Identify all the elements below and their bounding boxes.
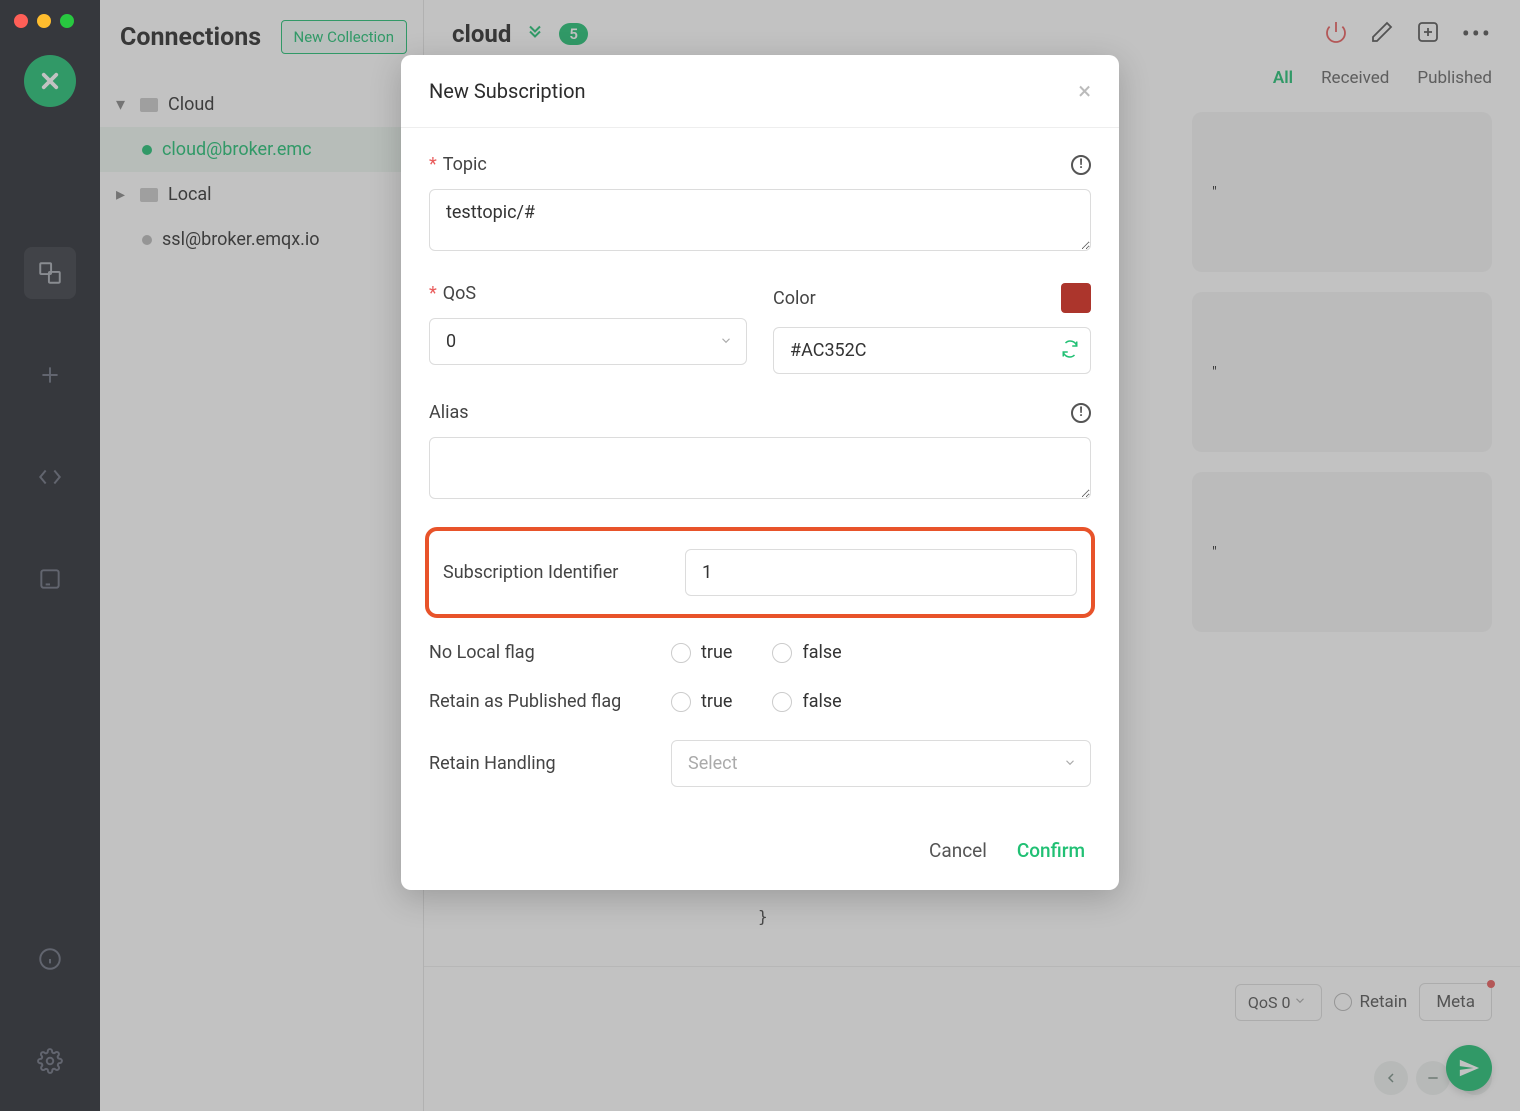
qos-select[interactable]: 0 (429, 318, 747, 365)
cancel-button[interactable]: Cancel (929, 839, 987, 862)
chevron-down-icon (1063, 754, 1077, 773)
confirm-button[interactable]: Confirm (1017, 839, 1085, 862)
close-window-button[interactable] (14, 14, 28, 28)
sub-id-input[interactable] (685, 549, 1077, 596)
refresh-color-button[interactable] (1061, 340, 1079, 362)
no-local-label: No Local flag (429, 642, 647, 663)
retain-handling-select[interactable]: Select (671, 740, 1091, 787)
qos-label: QoS (443, 283, 476, 304)
minimize-window-button[interactable] (37, 14, 51, 28)
radio-circle-icon (671, 643, 691, 663)
retain-pub-false-radio[interactable]: false (772, 691, 841, 712)
new-subscription-modal: New Subscription × * Topic ! * (401, 55, 1119, 890)
modal-title: New Subscription (429, 79, 586, 103)
radio-circle-icon (671, 692, 691, 712)
retain-pub-label: Retain as Published flag (429, 691, 647, 712)
close-modal-button[interactable]: × (1078, 77, 1091, 105)
topic-label: Topic (443, 154, 487, 175)
required-star-icon: * (429, 154, 437, 175)
alias-label: Alias (429, 402, 469, 423)
sub-id-label: Subscription Identifier (443, 562, 661, 583)
topic-input[interactable] (429, 189, 1091, 251)
color-input[interactable] (773, 327, 1091, 374)
color-label: Color (773, 288, 816, 309)
no-local-false-radio[interactable]: false (772, 642, 841, 663)
required-star-icon: * (429, 283, 437, 304)
info-icon[interactable]: ! (1071, 155, 1091, 175)
info-icon[interactable]: ! (1071, 403, 1091, 423)
maximize-window-button[interactable] (60, 14, 74, 28)
chevron-down-icon (719, 332, 733, 351)
retain-pub-true-radio[interactable]: true (671, 691, 732, 712)
traffic-lights (14, 14, 74, 28)
radio-circle-icon (772, 692, 792, 712)
alias-input[interactable] (429, 437, 1091, 499)
modal-overlay[interactable]: New Subscription × * Topic ! * (0, 0, 1520, 1111)
color-swatch[interactable] (1061, 283, 1091, 313)
subscription-identifier-highlight: Subscription Identifier (425, 527, 1095, 618)
no-local-true-radio[interactable]: true (671, 642, 732, 663)
retain-handling-label: Retain Handling (429, 753, 647, 774)
radio-circle-icon (772, 643, 792, 663)
